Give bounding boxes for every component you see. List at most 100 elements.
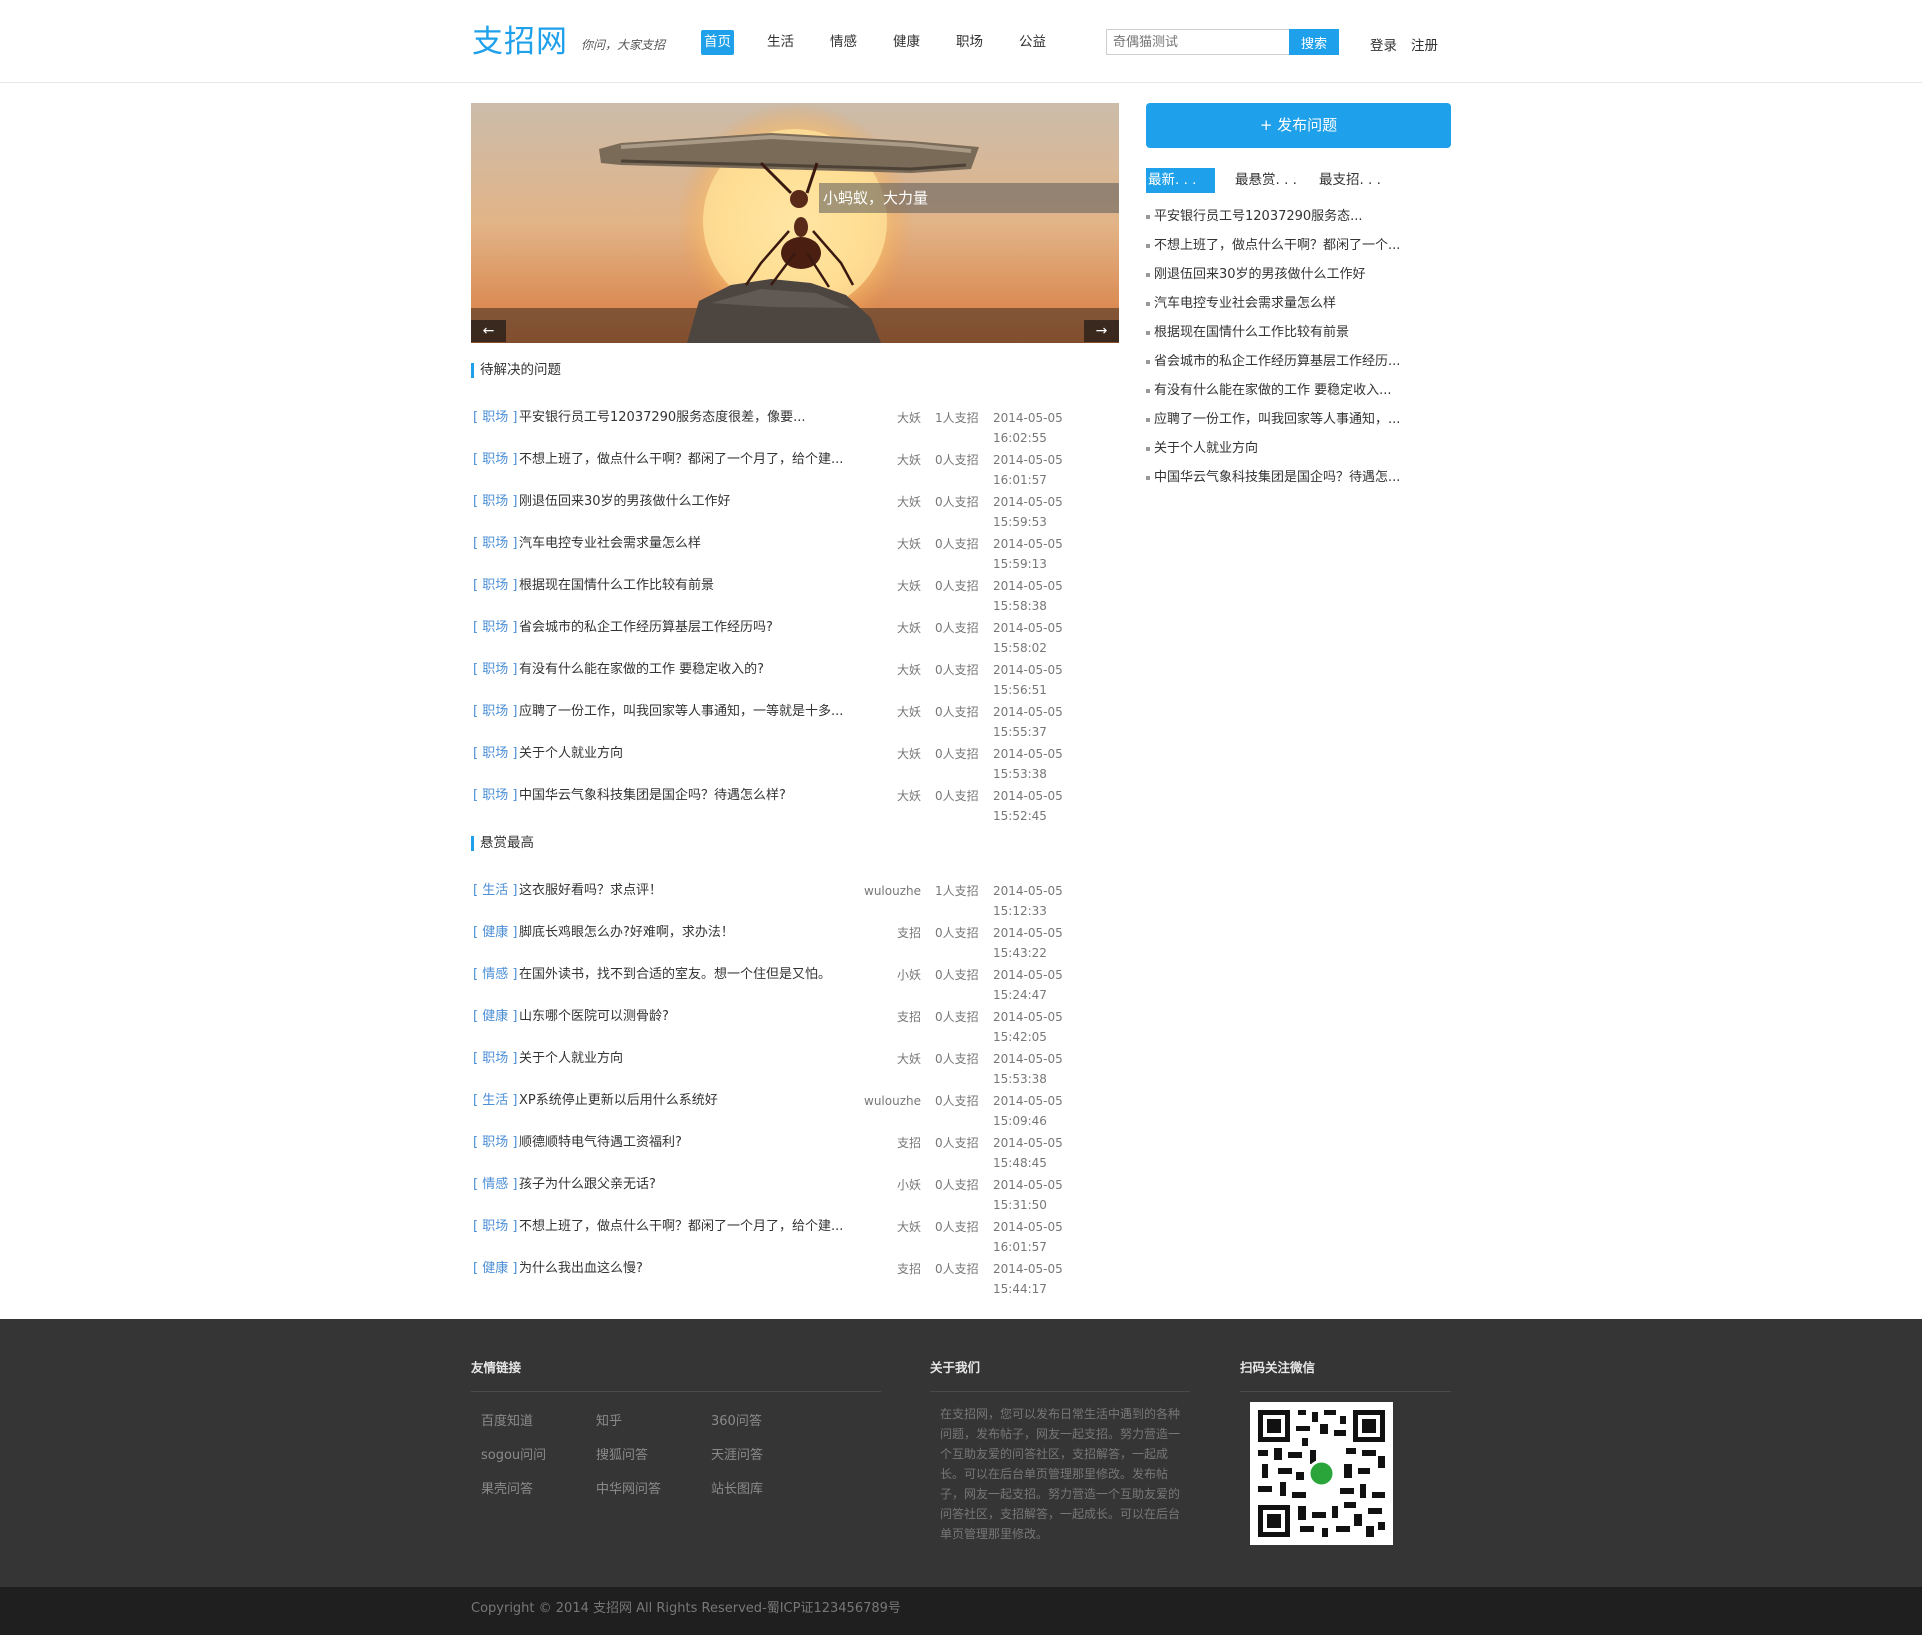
question-category[interactable]: [ 情感 ] bbox=[473, 965, 517, 985]
question-row[interactable]: [ 情感 ] 孩子为什么跟父亲无话? 小妖 0人支招 2014-05-05 15:31:… bbox=[471, 1175, 1119, 1217]
banner-next-arrow-icon[interactable]: → bbox=[1084, 320, 1119, 342]
question-title[interactable]: XP系统停止更新以后用什么系统好 bbox=[519, 1091, 849, 1111]
list-item-label[interactable]: 不想上班了，做点什么干啊？都闲了一个... bbox=[1154, 238, 1400, 253]
question-title[interactable]: 山东哪个医院可以测骨龄? bbox=[519, 1007, 849, 1027]
list-item[interactable]: 有没有什么能在家做的工作 要稳定收入... bbox=[1146, 382, 1451, 411]
question-title[interactable]: 有没有什么能在家做的工作 要稳定收入的? bbox=[519, 660, 849, 680]
list-item[interactable]: 刚退伍回来30岁的男孩做什么工作好 bbox=[1146, 266, 1451, 295]
question-row[interactable]: [ 职场 ] 有没有什么能在家做的工作 要稳定收入的? 大妖 0人支招 2014-05-… bbox=[471, 660, 1119, 702]
question-title[interactable]: 关于个人就业方向 bbox=[519, 1049, 849, 1069]
login-link[interactable]: 登录 bbox=[1370, 34, 1397, 54]
question-title[interactable]: 汽车电控专业社会需求量怎么样 bbox=[519, 534, 849, 554]
tab-latest[interactable]: 最新. . . bbox=[1146, 168, 1215, 193]
list-item-label[interactable]: 有没有什么能在家做的工作 要稳定收入... bbox=[1154, 383, 1392, 398]
friend-link[interactable]: 果壳问答 bbox=[481, 1478, 533, 1497]
question-row[interactable]: [ 职场 ] 刚退伍回来30岁的男孩做什么工作好 大妖 0人支招 2014-05-05 … bbox=[471, 492, 1119, 534]
search-input[interactable] bbox=[1106, 29, 1290, 55]
list-item[interactable]: 根据现在国情什么工作比较有前景 bbox=[1146, 324, 1451, 353]
tab-most-answers[interactable]: 最支招. . . bbox=[1317, 168, 1383, 193]
nav-item-charity[interactable]: 公益 bbox=[1016, 30, 1049, 55]
list-item[interactable]: 关于个人就业方向 bbox=[1146, 440, 1451, 469]
banner-prev-arrow-icon[interactable]: ← bbox=[471, 320, 506, 342]
list-item-label[interactable]: 应聘了一份工作，叫我回家等人事通知，... bbox=[1154, 412, 1400, 427]
question-row[interactable]: [ 职场 ] 平安银行员工号12037290服务态度很差，像要... 大妖 1人支招 2… bbox=[471, 408, 1119, 450]
list-item[interactable]: 平安银行员工号12037290服务态... bbox=[1146, 208, 1451, 237]
question-title[interactable]: 为什么我出血这么慢? bbox=[519, 1259, 849, 1279]
list-item-label[interactable]: 中国华云气象科技集团是国企吗？待遇怎... bbox=[1154, 470, 1400, 485]
question-row[interactable]: [ 职场 ] 应聘了一份工作，叫我回家等人事通知，一等就是十多... 大妖 0人支招 2… bbox=[471, 702, 1119, 744]
register-link[interactable]: 注册 bbox=[1411, 34, 1438, 54]
list-item[interactable]: 汽车电控专业社会需求量怎么样 bbox=[1146, 295, 1451, 324]
question-title[interactable]: 应聘了一份工作，叫我回家等人事通知，一等就是十多... bbox=[519, 702, 849, 722]
friend-link[interactable]: 知乎 bbox=[596, 1410, 622, 1429]
question-category[interactable]: [ 健康 ] bbox=[473, 923, 517, 943]
question-row[interactable]: [ 健康 ] 脚底长鸡眼怎么办?好难啊，求办法！ 支招 0人支招 2014-05-05 … bbox=[471, 923, 1119, 965]
question-category[interactable]: [ 健康 ] bbox=[473, 1259, 517, 1279]
question-category[interactable]: [ 健康 ] bbox=[473, 1007, 517, 1027]
question-title[interactable]: 这衣服好看吗？求点评！ bbox=[519, 881, 849, 901]
nav-item-health[interactable]: 健康 bbox=[890, 30, 923, 55]
friend-link[interactable]: sogou问问 bbox=[481, 1444, 546, 1463]
question-category[interactable]: [ 职场 ] bbox=[473, 618, 517, 638]
question-title[interactable]: 刚退伍回来30岁的男孩做什么工作好 bbox=[519, 492, 849, 512]
question-category[interactable]: [ 职场 ] bbox=[473, 534, 517, 554]
list-item-label[interactable]: 平安银行员工号12037290服务态... bbox=[1154, 209, 1363, 224]
question-title[interactable]: 平安银行员工号12037290服务态度很差，像要... bbox=[519, 408, 849, 428]
list-item[interactable]: 不想上班了，做点什么干啊？都闲了一个... bbox=[1146, 237, 1451, 266]
question-row[interactable]: [ 生活 ] 这衣服好看吗？求点评！ wulouzhe 1人支招 2014-05-05 … bbox=[471, 881, 1119, 923]
question-category[interactable]: [ 生活 ] bbox=[473, 1091, 517, 1111]
question-category[interactable]: [ 生活 ] bbox=[473, 881, 517, 901]
friend-link[interactable]: 360问答 bbox=[711, 1410, 762, 1429]
question-title[interactable]: 在国外读书，找不到合适的室友。想一个住但是又怕。 bbox=[519, 965, 849, 985]
friend-link[interactable]: 搜狐问答 bbox=[596, 1444, 648, 1463]
question-title[interactable]: 脚底长鸡眼怎么办?好难啊，求办法！ bbox=[519, 923, 849, 943]
question-row[interactable]: [ 职场 ] 关于个人就业方向 大妖 0人支招 2014-05-05 15:53:38 bbox=[471, 1049, 1119, 1091]
list-item-label[interactable]: 刚退伍回来30岁的男孩做什么工作好 bbox=[1154, 267, 1366, 282]
question-row[interactable]: [ 职场 ] 不想上班了，做点什么干啊？都闲了一个月了，给个建... 大妖 0人支招 2… bbox=[471, 450, 1119, 492]
question-row[interactable]: [ 职场 ] 关于个人就业方向 大妖 0人支招 2014-05-05 15:53:38 bbox=[471, 744, 1119, 786]
question-category[interactable]: [ 职场 ] bbox=[473, 1217, 517, 1237]
question-title[interactable]: 关于个人就业方向 bbox=[519, 744, 849, 764]
question-row[interactable]: [ 职场 ] 不想上班了，做点什么干啊？都闲了一个月了，给个建... 大妖 0人支招 2… bbox=[471, 1217, 1119, 1259]
list-item-label[interactable]: 省会城市的私企工作经历算基层工作经历... bbox=[1154, 354, 1400, 369]
friend-link[interactable]: 站长图库 bbox=[711, 1478, 763, 1497]
nav-item-life[interactable]: 生活 bbox=[764, 30, 797, 55]
publish-question-button[interactable]: + 发布问题 bbox=[1146, 103, 1451, 148]
nav-item-emotion[interactable]: 情感 bbox=[827, 30, 860, 55]
list-item[interactable]: 中国华云气象科技集团是国企吗？待遇怎... bbox=[1146, 469, 1451, 498]
question-title[interactable]: 孩子为什么跟父亲无话? bbox=[519, 1175, 849, 1195]
question-category[interactable]: [ 职场 ] bbox=[473, 450, 517, 470]
question-category[interactable]: [ 职场 ] bbox=[473, 492, 517, 512]
question-category[interactable]: [ 职场 ] bbox=[473, 786, 517, 806]
question-category[interactable]: [ 职场 ] bbox=[473, 1049, 517, 1069]
nav-item-home[interactable]: 首页 bbox=[701, 30, 734, 55]
question-category[interactable]: [ 职场 ] bbox=[473, 576, 517, 596]
question-category[interactable]: [ 职场 ] bbox=[473, 660, 517, 680]
list-item-label[interactable]: 关于个人就业方向 bbox=[1154, 441, 1258, 456]
question-row[interactable]: [ 职场 ] 根据现在国情什么工作比较有前景 大妖 0人支招 2014-05-05 15… bbox=[471, 576, 1119, 618]
site-logo[interactable]: 支招网 bbox=[472, 16, 568, 61]
search-button[interactable]: 搜索 bbox=[1289, 29, 1339, 55]
question-title[interactable]: 不想上班了，做点什么干啊？都闲了一个月了，给个建... bbox=[519, 450, 849, 470]
question-row[interactable]: [ 职场 ] 顺德顺特电气待遇工资福利? 支招 0人支招 2014-05-05 15:4… bbox=[471, 1133, 1119, 1175]
list-item[interactable]: 应聘了一份工作，叫我回家等人事通知，... bbox=[1146, 411, 1451, 440]
question-row[interactable]: [ 职场 ] 汽车电控专业社会需求量怎么样 大妖 0人支招 2014-05-05 15:… bbox=[471, 534, 1119, 576]
question-title[interactable]: 不想上班了，做点什么干啊？都闲了一个月了，给个建... bbox=[519, 1217, 849, 1237]
question-category[interactable]: [ 职场 ] bbox=[473, 744, 517, 764]
list-item[interactable]: 省会城市的私企工作经历算基层工作经历... bbox=[1146, 353, 1451, 382]
question-title[interactable]: 省会城市的私企工作经历算基层工作经历吗? bbox=[519, 618, 849, 638]
friend-link[interactable]: 中华网问答 bbox=[596, 1478, 661, 1497]
question-title[interactable]: 顺德顺特电气待遇工资福利? bbox=[519, 1133, 849, 1153]
nav-item-career[interactable]: 职场 bbox=[953, 30, 986, 55]
question-row[interactable]: [ 职场 ] 中国华云气象科技集团是国企吗？待遇怎么样? 大妖 0人支招 2014-05… bbox=[471, 786, 1119, 828]
friend-link[interactable]: 百度知道 bbox=[481, 1410, 533, 1429]
question-title[interactable]: 根据现在国情什么工作比较有前景 bbox=[519, 576, 849, 596]
list-item-label[interactable]: 根据现在国情什么工作比较有前景 bbox=[1154, 325, 1349, 340]
question-row[interactable]: [ 健康 ] 为什么我出血这么慢? 支招 0人支招 2014-05-05 15:44:1… bbox=[471, 1259, 1119, 1301]
question-row[interactable]: [ 情感 ] 在国外读书，找不到合适的室友。想一个住但是又怕。 小妖 0人支招 2014… bbox=[471, 965, 1119, 1007]
question-category[interactable]: [ 情感 ] bbox=[473, 1175, 517, 1195]
question-category[interactable]: [ 职场 ] bbox=[473, 702, 517, 722]
list-item-label[interactable]: 汽车电控专业社会需求量怎么样 bbox=[1154, 296, 1336, 311]
question-row[interactable]: [ 生活 ] XP系统停止更新以后用什么系统好 wulouzhe 0人支招 2014-0… bbox=[471, 1091, 1119, 1133]
question-row[interactable]: [ 职场 ] 省会城市的私企工作经历算基层工作经历吗? 大妖 0人支招 2014-05-… bbox=[471, 618, 1119, 660]
